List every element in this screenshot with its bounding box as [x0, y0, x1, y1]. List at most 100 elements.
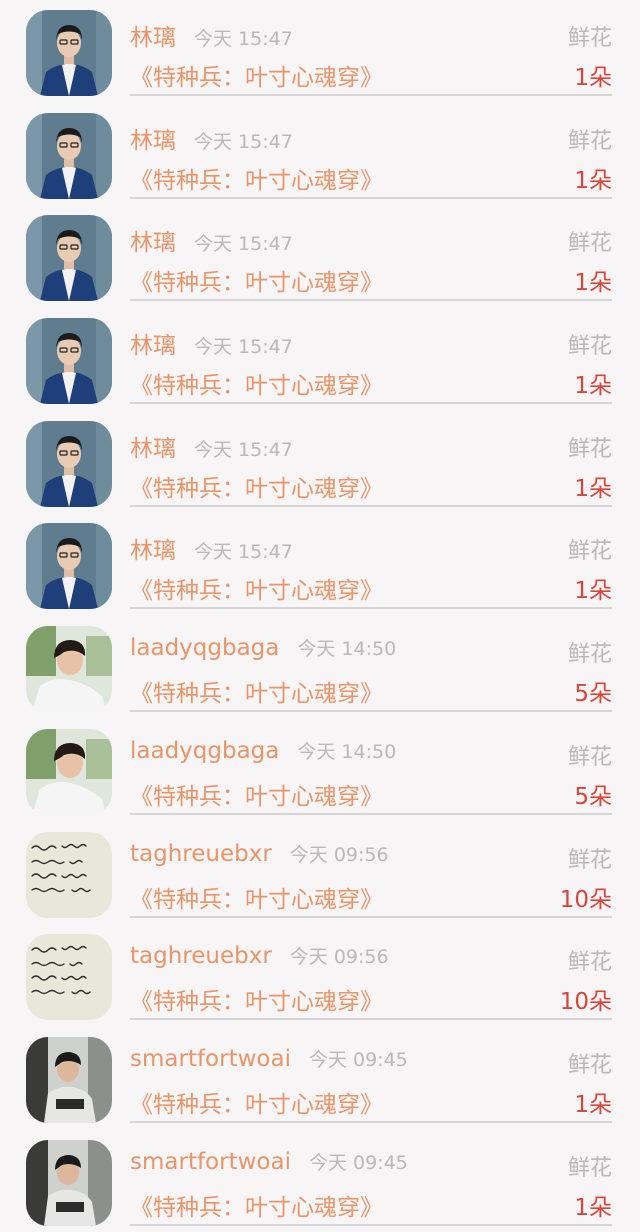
avatar[interactable]: [26, 318, 112, 405]
timestamp: 今天 15:47: [194, 130, 293, 153]
gift-record-row[interactable]: laadyqgbaga 今天 14:50 鲜花 《特种兵：叶寸心魂穿》 5朵: [0, 719, 640, 822]
timestamp: 今天 09:45: [308, 1048, 408, 1071]
gift-count: 1朵: [574, 578, 612, 605]
gift-record-row[interactable]: 林璃 今天 15:47 鲜花 《特种兵：叶寸心魂穿》 1朵: [0, 0, 640, 103]
user-name[interactable]: 林璃: [130, 25, 176, 51]
gift-record-row[interactable]: 林璃 今天 15:47 鲜花 《特种兵：叶寸心魂穿》 1朵: [0, 205, 640, 308]
user-name-line: smartfortwoai 今天 09:45: [130, 1148, 408, 1175]
gift-count: 1朵: [574, 475, 612, 502]
handwriting-paper-avatar-icon: [26, 831, 112, 918]
gift-type-label: 鲜花: [567, 950, 612, 976]
user-name-line: laadyqgbaga 今天 14:50: [130, 634, 396, 661]
avatar[interactable]: [26, 1036, 112, 1123]
book-title[interactable]: 《特种兵：叶寸心魂穿》: [130, 469, 383, 503]
avatar[interactable]: [26, 420, 112, 507]
avatar[interactable]: [26, 1139, 112, 1226]
gift-type-label: 鲜花: [567, 847, 612, 873]
user-name[interactable]: taghreuebxr: [130, 841, 272, 867]
man-in-white-shirt-avatar-icon: [26, 728, 112, 815]
avatar[interactable]: [26, 626, 112, 713]
gift-record-row[interactable]: taghreuebxr 今天 09:56 鲜花 《特种兵：叶寸心魂穿》 10朵: [0, 822, 640, 925]
gift-type-label: 鲜花: [567, 334, 612, 360]
user-name-line: smartfortwoai 今天 09:45: [130, 1045, 408, 1072]
timestamp: 今天 14:50: [297, 638, 397, 661]
gift-record-list: 林璃 今天 15:47 鲜花 《特种兵：叶寸心魂穿》 1朵 林璃 今天 15:47 …: [0, 0, 640, 1232]
user-name[interactable]: taghreuebxr: [130, 943, 272, 969]
book-title[interactable]: 《特种兵：叶寸心魂穿》: [130, 263, 383, 297]
gift-type-label: 鲜花: [567, 436, 612, 462]
book-title[interactable]: 《特种兵：叶寸心魂穿》: [130, 1085, 383, 1119]
gift-type-label: 鲜花: [567, 642, 612, 668]
user-name[interactable]: 林璃: [130, 128, 176, 154]
man-in-blue-suit-avatar-icon: [26, 10, 112, 96]
seated-man-photo-avatar-icon: [26, 1036, 112, 1123]
avatar[interactable]: [26, 10, 112, 96]
man-in-blue-suit-avatar-icon: [26, 318, 112, 405]
user-name[interactable]: 林璃: [130, 333, 176, 359]
user-name[interactable]: laadyqgbaga: [130, 738, 279, 764]
user-name[interactable]: smartfortwoai: [130, 1149, 291, 1175]
avatar[interactable]: [26, 934, 112, 1021]
divider: [130, 1018, 612, 1021]
timestamp: 今天 14:50: [297, 740, 397, 763]
timestamp: 今天 15:47: [194, 438, 293, 461]
gift-count: 1朵: [574, 167, 612, 194]
gift-record-row[interactable]: 林璃 今天 15:47 鲜花 《特种兵：叶寸心魂穿》 1朵: [0, 308, 640, 411]
divider: [130, 1120, 612, 1123]
user-name[interactable]: smartfortwoai: [130, 1046, 291, 1072]
gift-record-row[interactable]: smartfortwoai 今天 09:45 鲜花 《特种兵：叶寸心魂穿》 1朵: [0, 1130, 640, 1232]
book-title[interactable]: 《特种兵：叶寸心魂穿》: [130, 58, 383, 92]
user-name-line: taghreuebxr 今天 09:56: [130, 840, 389, 867]
book-title[interactable]: 《特种兵：叶寸心魂穿》: [130, 880, 383, 914]
divider: [130, 402, 612, 405]
gift-type-label: 鲜花: [567, 539, 612, 565]
man-in-blue-suit-avatar-icon: [26, 523, 112, 610]
book-title[interactable]: 《特种兵：叶寸心魂穿》: [130, 161, 383, 195]
gift-record-row[interactable]: 林璃 今天 15:47 鲜花 《特种兵：叶寸心魂穿》 1朵: [0, 513, 640, 616]
user-name-line: 林璃 今天 15:47: [130, 121, 293, 155]
handwriting-paper-avatar-icon: [26, 934, 112, 1021]
user-name[interactable]: 林璃: [130, 436, 176, 462]
gift-count: 10朵: [559, 886, 612, 913]
divider: [130, 94, 612, 96]
gift-count: 1朵: [574, 1091, 612, 1118]
user-name[interactable]: 林璃: [130, 230, 176, 256]
seated-man-photo-avatar-icon: [26, 1139, 112, 1226]
avatar[interactable]: [26, 831, 112, 918]
timestamp: 今天 15:47: [194, 28, 293, 50]
gift-record-row[interactable]: smartfortwoai 今天 09:45 鲜花 《特种兵：叶寸心魂穿》 1朵: [0, 1027, 640, 1130]
timestamp: 今天 09:56: [289, 946, 389, 969]
gift-type-label: 鲜花: [567, 1052, 612, 1078]
man-in-white-shirt-avatar-icon: [26, 626, 112, 713]
gift-record-row[interactable]: 林璃 今天 15:47 鲜花 《特种兵：叶寸心魂穿》 1朵: [0, 103, 640, 206]
avatar[interactable]: [26, 112, 112, 199]
gift-record-row[interactable]: taghreuebxr 今天 09:56 鲜花 《特种兵：叶寸心魂穿》 10朵: [0, 924, 640, 1027]
user-name[interactable]: laadyqgbaga: [130, 635, 279, 661]
gift-count: 1朵: [574, 1194, 612, 1221]
avatar[interactable]: [26, 215, 112, 302]
book-title[interactable]: 《特种兵：叶寸心魂穿》: [130, 674, 383, 708]
book-title[interactable]: 《特种兵：叶寸心魂穿》: [130, 982, 383, 1016]
gift-count: 10朵: [559, 989, 612, 1016]
gift-type-label: 鲜花: [567, 231, 612, 257]
user-name[interactable]: 林璃: [130, 538, 176, 564]
divider: [130, 812, 612, 815]
user-name-line: taghreuebxr 今天 09:56: [130, 942, 389, 969]
gift-record-row[interactable]: 林璃 今天 15:47 鲜花 《特种兵：叶寸心魂穿》 1朵: [0, 411, 640, 514]
book-title[interactable]: 《特种兵：叶寸心魂穿》: [130, 366, 383, 400]
book-title[interactable]: 《特种兵：叶寸心魂穿》: [130, 1188, 383, 1222]
user-name-line: 林璃 今天 15:47: [130, 18, 293, 52]
gift-type-label: 鲜花: [567, 128, 612, 154]
timestamp: 今天 15:47: [194, 233, 293, 256]
divider: [130, 299, 612, 302]
divider: [130, 710, 612, 713]
gift-record-row[interactable]: laadyqgbaga 今天 14:50 鲜花 《特种兵：叶寸心魂穿》 5朵: [0, 616, 640, 719]
avatar[interactable]: [26, 523, 112, 610]
user-name-line: 林璃 今天 15:47: [130, 223, 293, 257]
man-in-blue-suit-avatar-icon: [26, 112, 112, 199]
book-title[interactable]: 《特种兵：叶寸心魂穿》: [130, 571, 383, 605]
timestamp: 今天 09:56: [289, 843, 389, 866]
avatar[interactable]: [26, 728, 112, 815]
gift-count: 1朵: [574, 270, 612, 297]
book-title[interactable]: 《特种兵：叶寸心魂穿》: [130, 777, 383, 811]
